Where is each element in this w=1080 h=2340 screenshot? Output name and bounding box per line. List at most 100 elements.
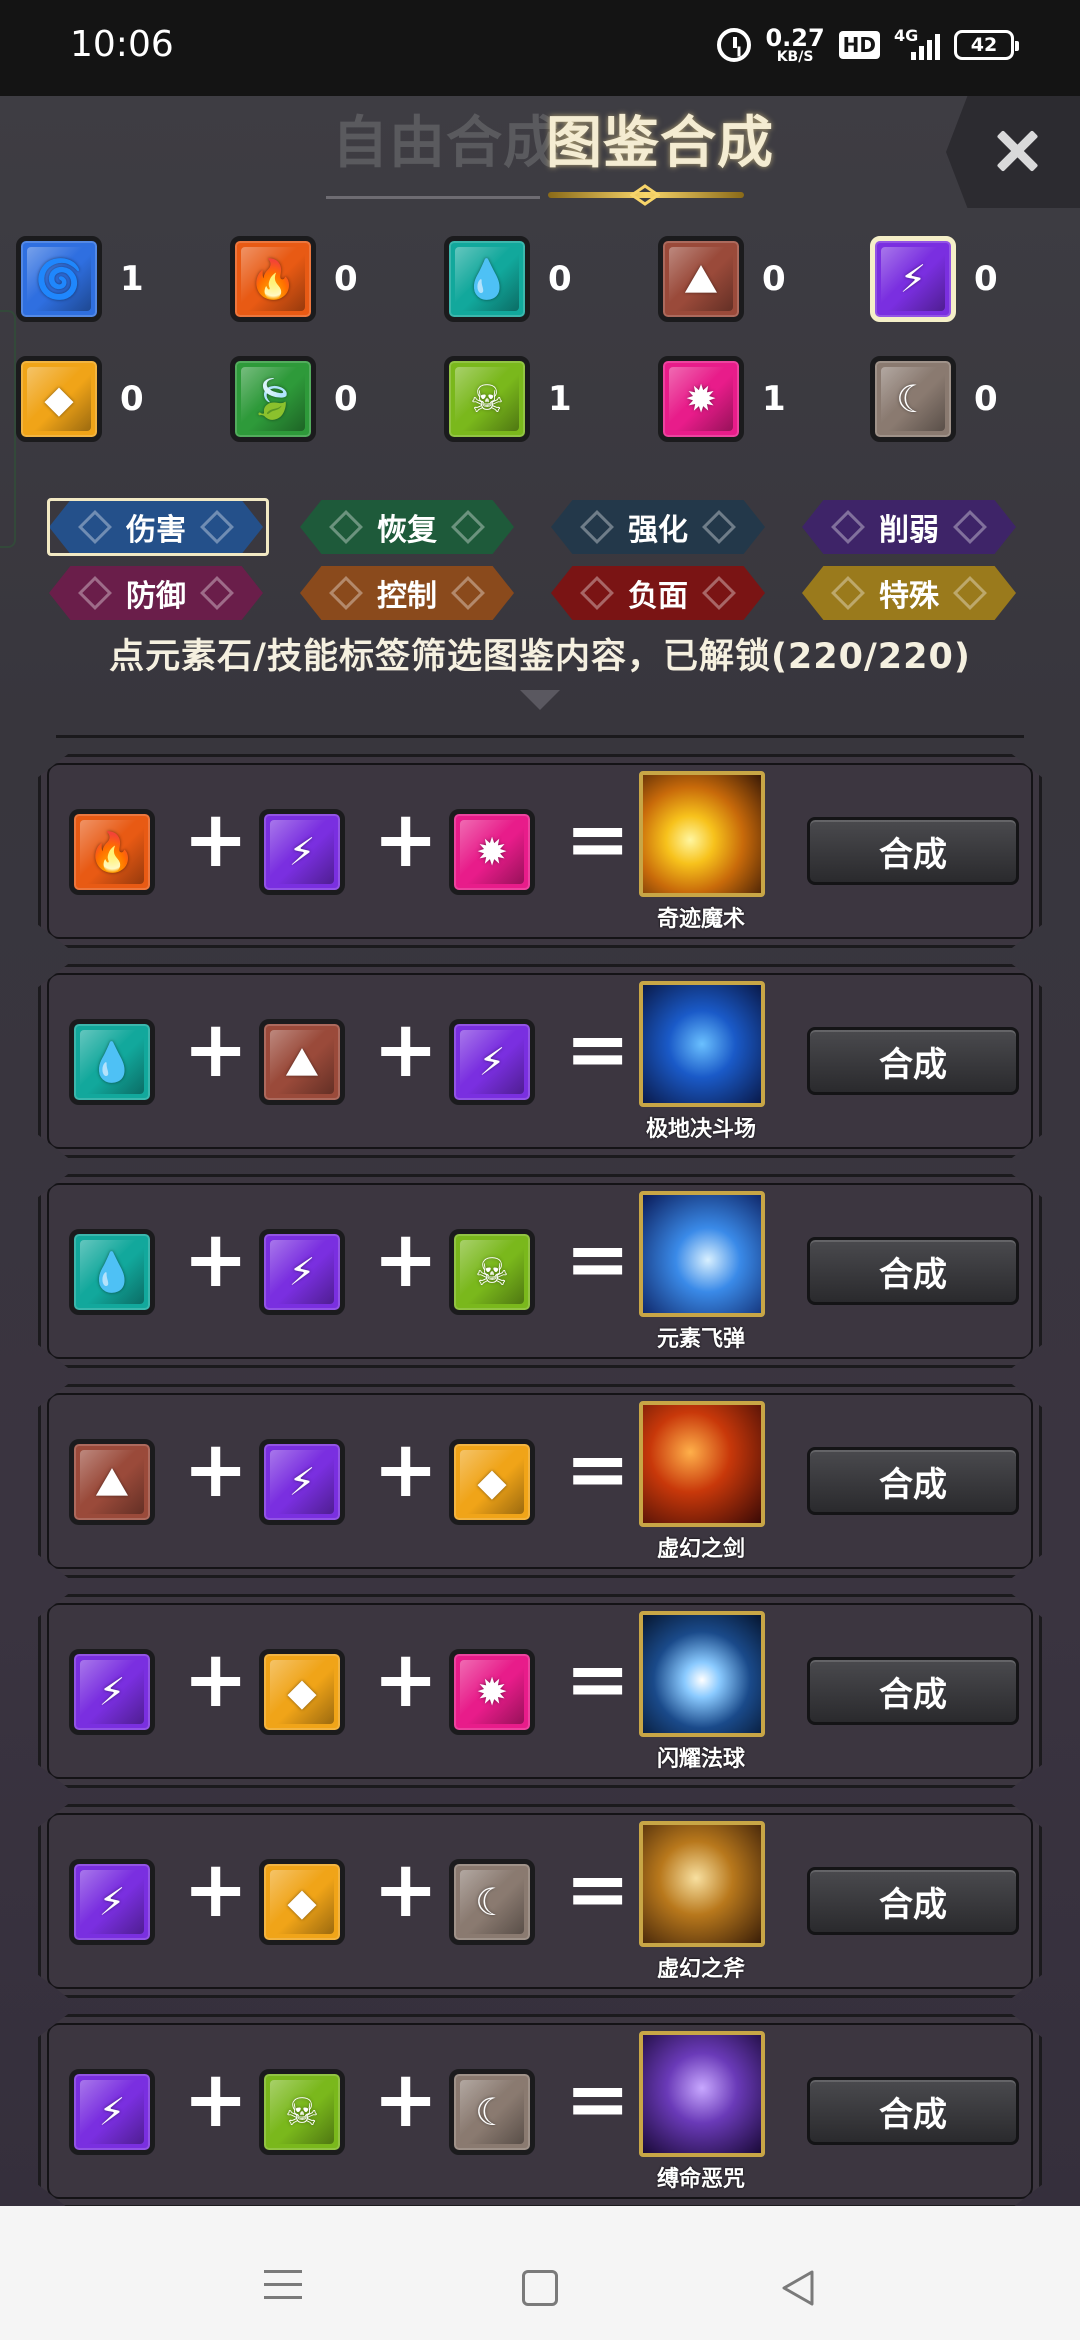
ice-arena-skill-icon[interactable]: [639, 981, 765, 1107]
craft-button[interactable]: 合成: [807, 1027, 1019, 1095]
craft-button[interactable]: 合成: [807, 1447, 1019, 1515]
tab-codex-craft[interactable]: 图鉴合成: [546, 98, 774, 179]
mountain-icon: ⛰: [96, 1459, 128, 1504]
metal-gem: ◆: [449, 1439, 535, 1525]
element-thunder[interactable]: ⚡ 0: [870, 236, 998, 322]
water-gem: 💧: [69, 1019, 155, 1105]
water-drop-icon: 💧: [88, 1039, 136, 1084]
crystal-icon: ◆: [287, 1880, 317, 1924]
element-poison[interactable]: ☠ 1: [444, 356, 572, 442]
crystal-icon: ◆: [477, 1460, 507, 1504]
back-icon[interactable]: [780, 2268, 816, 2308]
skill-name: 奇迹魔术: [656, 907, 745, 932]
equals-icon: =: [565, 795, 631, 885]
recipe-ingredient: ⚡: [259, 1439, 345, 1525]
skill-name: 虚幻之斧: [656, 1957, 745, 1982]
element-earth[interactable]: ⛰ 0: [658, 236, 786, 322]
tag-filter[interactable]: 特殊: [802, 566, 1016, 620]
wood-gem: 🍃: [230, 356, 316, 442]
tag-label: 特殊: [879, 579, 939, 614]
recipe-row: ⚡ ◆ ☾ + + = 虚幻之斧 合成: [38, 1804, 1042, 1998]
network-speed-unit: KB/S: [776, 49, 814, 65]
craft-button[interactable]: 合成: [807, 1657, 1019, 1725]
element-count: 1: [120, 259, 144, 299]
thunder-gem: ⚡: [259, 809, 345, 895]
diamond-icon: [831, 576, 865, 610]
recipe-ingredient: ☾: [449, 2069, 535, 2155]
shining-orb-skill-icon[interactable]: [639, 1611, 765, 1737]
plus-icon: +: [373, 1635, 439, 1725]
recipe-ingredient: ⛰: [69, 1439, 155, 1525]
earth-gem: ⛰: [259, 1019, 345, 1105]
tag-filter[interactable]: 削弱: [802, 500, 1016, 554]
craft-button[interactable]: 合成: [807, 1867, 1019, 1935]
crescent-moon-icon: ☾: [474, 2090, 510, 2134]
recipe-ingredient: ⚡: [69, 1859, 155, 1945]
crescent-moon-icon: ☾: [895, 377, 931, 421]
recipe-ingredient: ☾: [449, 1859, 535, 1945]
metal-gem: ◆: [259, 1649, 345, 1735]
equals-icon: =: [565, 1425, 631, 1515]
element-fire[interactable]: 🔥 0: [230, 236, 358, 322]
battery-icon: 42: [954, 30, 1019, 60]
element-count: 0: [762, 259, 786, 299]
flame-icon: 🔥: [249, 256, 297, 301]
tag-filter[interactable]: 强化: [551, 500, 765, 554]
tag-filter[interactable]: 负面: [551, 566, 765, 620]
fire-swirl-skill-icon[interactable]: [639, 771, 765, 897]
craft-button[interactable]: 合成: [807, 1237, 1019, 1305]
diamond-icon: [451, 576, 485, 610]
elemental-missile-skill-icon[interactable]: [639, 1191, 765, 1317]
element-wind[interactable]: 🌀 1: [16, 236, 144, 322]
side-handle[interactable]: [0, 310, 16, 548]
diamond-icon: [200, 576, 234, 610]
mountain-icon: ⛰: [286, 1039, 318, 1084]
recipe-ingredient: ◆: [259, 1859, 345, 1945]
sun-icon: ✹: [476, 1670, 508, 1714]
poison-gem: ☠: [259, 2069, 345, 2155]
element-count: 0: [974, 259, 998, 299]
home-icon[interactable]: [522, 2270, 558, 2306]
element-count: 0: [120, 379, 144, 419]
wind-gem: 🌀: [16, 236, 102, 322]
lightning-icon: ⚡: [288, 1460, 316, 1504]
tab-free-craft[interactable]: 自由合成: [332, 98, 560, 179]
recipe-ingredient: ◆: [449, 1439, 535, 1525]
recipe-ingredient: ✹: [449, 809, 535, 895]
phantom-axe-skill-icon[interactable]: [639, 1821, 765, 1947]
tag-filter[interactable]: 恢复: [300, 500, 514, 554]
element-dark[interactable]: ☾ 0: [870, 356, 998, 442]
poison-gem: ☠: [444, 356, 530, 442]
thunder-gem: ⚡: [870, 236, 956, 322]
binding-curse-skill-icon[interactable]: [639, 2031, 765, 2157]
filter-hint-text: 点元素石/技能标签筛选图鉴内容，已解锁(220/220): [109, 637, 971, 677]
tag-label: 削弱: [879, 513, 939, 548]
element-water[interactable]: 💧 0: [444, 236, 572, 322]
equals-icon: =: [565, 1635, 631, 1725]
element-light[interactable]: ✹ 1: [658, 356, 786, 442]
recipe-ingredient: ☠: [259, 2069, 345, 2155]
close-icon[interactable]: [992, 126, 1042, 176]
light-gem: ✹: [658, 356, 744, 442]
recipe-row: 💧 ⚡ ☠ + + = 元素飞弹 合成: [38, 1174, 1042, 1368]
tag-filter[interactable]: 控制: [300, 566, 514, 620]
diamond-icon: [702, 510, 736, 544]
tag-label: 负面: [628, 579, 688, 614]
craft-button[interactable]: 合成: [807, 817, 1019, 885]
network-speed-value: 0.27: [765, 24, 825, 52]
plus-icon: +: [373, 1425, 439, 1515]
craft-button[interactable]: 合成: [807, 2077, 1019, 2145]
phantom-sword-skill-icon[interactable]: [639, 1401, 765, 1527]
element-wood[interactable]: 🍃 0: [230, 356, 358, 442]
element-metal[interactable]: ◆ 0: [16, 356, 144, 442]
plus-icon: +: [373, 1845, 439, 1935]
sun-icon: ✹: [476, 830, 508, 874]
equals-icon: =: [565, 1005, 631, 1095]
plus-icon: +: [183, 1005, 249, 1095]
recipe-ingredient: ⚡: [69, 1649, 155, 1735]
plus-icon: +: [183, 2055, 249, 2145]
tab-indicator-icon: [630, 184, 660, 206]
tag-filter[interactable]: 防御: [49, 566, 263, 620]
menu-icon[interactable]: [264, 2270, 302, 2300]
lightning-icon: ⚡: [98, 1670, 126, 1714]
